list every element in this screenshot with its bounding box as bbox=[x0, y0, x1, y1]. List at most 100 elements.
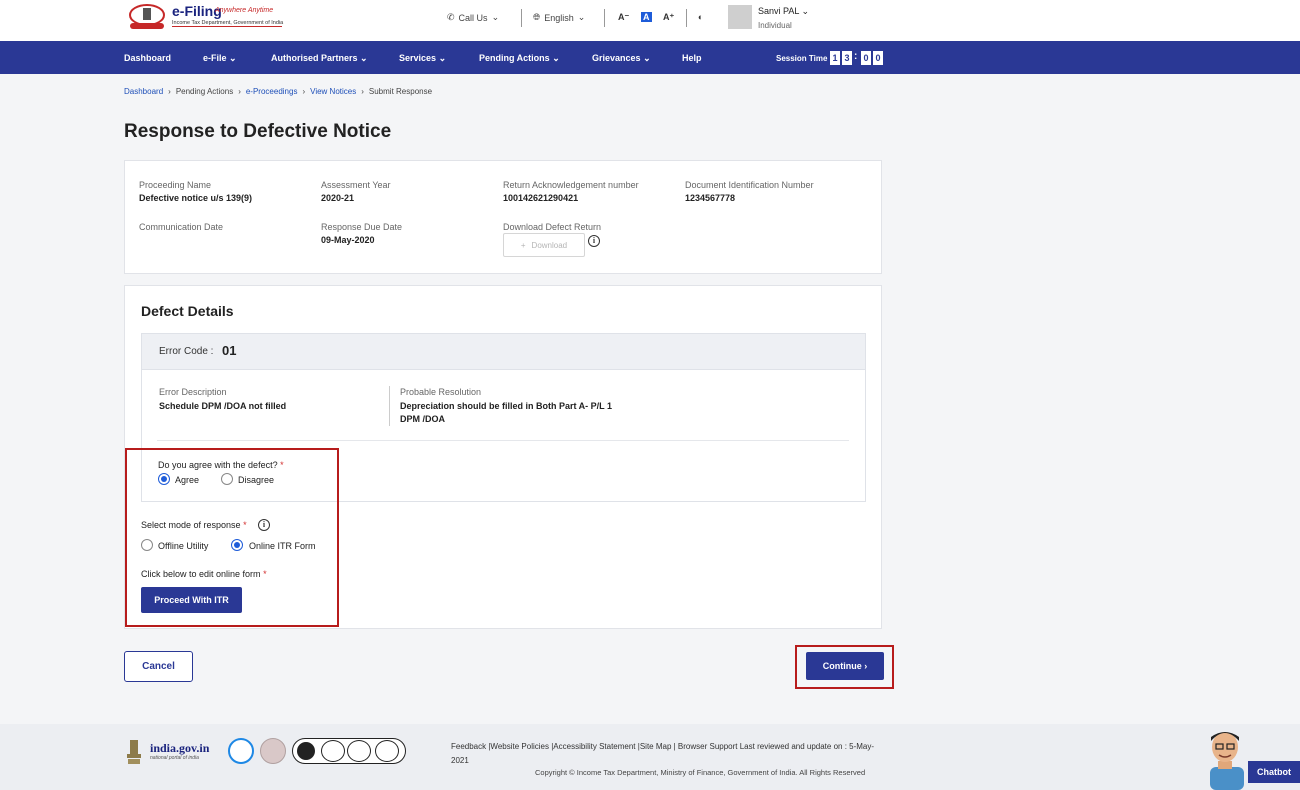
error-code-label: Error Code : bbox=[159, 346, 214, 357]
copyright: Copyright © Income Tax Department, Minis… bbox=[535, 768, 866, 777]
breadcrumb-pending-actions: Pending Actions bbox=[175, 87, 234, 96]
response-due-value: 09-May-2020 bbox=[321, 235, 375, 245]
session-digit: 0 bbox=[861, 51, 871, 65]
error-description-value: Schedule DPM /DOA not filled bbox=[159, 401, 287, 411]
nav-efile[interactable]: e-File ⌄ bbox=[203, 53, 237, 64]
download-defect-label: Download Defect Return bbox=[503, 222, 602, 232]
proceeding-info-card bbox=[124, 160, 882, 274]
divider bbox=[686, 9, 687, 27]
session-time-label: Session Time bbox=[776, 54, 828, 63]
chevron-down-icon: ⌄ bbox=[552, 53, 560, 63]
info-icon[interactable]: i bbox=[588, 235, 600, 247]
session-colon: : bbox=[854, 51, 858, 62]
avatar[interactable] bbox=[728, 5, 752, 29]
chevron-down-icon: ⌄ bbox=[360, 53, 368, 63]
chatbot-button[interactable]: Chatbot bbox=[1248, 761, 1300, 783]
nav-services[interactable]: Services ⌄ bbox=[399, 53, 446, 64]
breadcrumb-view-notices[interactable]: View Notices bbox=[310, 87, 356, 96]
cancel-button[interactable]: Cancel bbox=[124, 651, 193, 682]
page-title: Response to Defective Notice bbox=[124, 121, 392, 142]
call-us-label: Call Us bbox=[458, 12, 488, 23]
proceeding-name-value: Defective notice u/s 139(9) bbox=[139, 193, 253, 203]
nav-label: Grievances bbox=[592, 53, 641, 63]
trust-seal-icon[interactable] bbox=[260, 738, 286, 764]
top-bar: e-Filing Anywhere Anytime Income Tax Dep… bbox=[0, 0, 1300, 41]
chevron-down-icon: ⌄ bbox=[491, 12, 500, 22]
session-digit: 3 bbox=[842, 51, 852, 65]
probable-resolution-label: Probable Resolution bbox=[400, 387, 482, 397]
nav-pending-actions[interactable]: Pending Actions ⌄ bbox=[479, 53, 560, 64]
nav-help[interactable]: Help bbox=[682, 53, 702, 63]
phone-icon: ✆ bbox=[447, 12, 455, 22]
probable-resolution-value-2: DPM /DOA bbox=[400, 414, 445, 424]
font-decrease-button[interactable]: A⁻ bbox=[618, 12, 629, 23]
highlight-annotation bbox=[795, 645, 894, 689]
chevron-down-icon: ⌄ bbox=[229, 53, 237, 63]
nav-label: Pending Actions bbox=[479, 53, 550, 63]
divider bbox=[604, 9, 605, 27]
national-emblem-icon bbox=[127, 740, 141, 764]
logo-underline bbox=[172, 26, 282, 27]
footer-links-line[interactable]: Feedback |Website Policies |Accessibilit… bbox=[451, 740, 891, 754]
nav-authorised-partners[interactable]: Authorised Partners ⌄ bbox=[271, 53, 368, 64]
chevron-down-icon: ⌄ bbox=[577, 12, 586, 22]
font-normal-button[interactable]: A bbox=[641, 12, 652, 22]
defect-details-title: Defect Details bbox=[141, 303, 234, 319]
nav-dashboard[interactable]: Dashboard bbox=[124, 53, 171, 63]
footer-links[interactable]: Feedback |Website Policies |Accessibilit… bbox=[451, 740, 891, 768]
call-us-dropdown[interactable]: ✆ Call Us ⌄ bbox=[447, 12, 499, 23]
efiling-logo-icon[interactable] bbox=[126, 3, 168, 31]
certification-icon bbox=[297, 742, 315, 760]
error-code-header: Error Code : 01 bbox=[142, 334, 865, 370]
footer: india.gov.in national portal of india Fe… bbox=[0, 724, 1300, 790]
highlight-annotation bbox=[125, 448, 339, 627]
chevron-down-icon: ⌄ bbox=[438, 53, 447, 63]
assessment-year-label: Assessment Year bbox=[321, 180, 391, 190]
contrast-icon[interactable]: ◐ bbox=[698, 12, 703, 22]
chevron-down-icon: ⌄ bbox=[801, 6, 810, 16]
proceeding-name-label: Proceeding Name bbox=[139, 180, 212, 190]
g20-badge-icon[interactable] bbox=[228, 738, 254, 764]
india-gov-link[interactable]: india.gov.in bbox=[150, 741, 209, 756]
assessment-year-value: 2020-21 bbox=[321, 193, 355, 203]
user-menu[interactable]: Sanvi PAL ⌄ bbox=[758, 6, 809, 17]
din-label: Document Identification Number bbox=[685, 180, 814, 190]
certification-badges[interactable] bbox=[292, 738, 406, 764]
ack-number-label: Return Acknowledgement number bbox=[503, 180, 639, 190]
user-name: Sanvi PAL bbox=[758, 6, 800, 16]
row-divider bbox=[157, 440, 849, 441]
nav-label: Services bbox=[399, 53, 437, 63]
footer-links-line: 2021 bbox=[451, 756, 469, 765]
download-button-label: Download bbox=[531, 240, 568, 250]
nav-label: e-File bbox=[203, 53, 227, 63]
certification-icon bbox=[375, 740, 399, 762]
nav-grievances[interactable]: Grievances ⌄ bbox=[592, 53, 651, 64]
chevron-right-icon: › bbox=[238, 87, 241, 96]
breadcrumb: Dashboard › Pending Actions › e-Proceedi… bbox=[124, 87, 432, 96]
download-button[interactable]: + Download bbox=[503, 233, 585, 257]
user-role: Individual bbox=[758, 21, 792, 30]
chevron-right-icon: › bbox=[168, 87, 171, 96]
session-digit: 0 bbox=[873, 51, 883, 65]
language-dropdown[interactable]: 🌐︎ English ⌄ bbox=[533, 12, 585, 23]
language-label: English bbox=[544, 12, 574, 23]
breadcrumb-dashboard[interactable]: Dashboard bbox=[124, 87, 163, 96]
globe-icon: 🌐︎ bbox=[533, 12, 541, 22]
india-gov-subtitle: national portal of india bbox=[150, 755, 199, 761]
din-value: 1234567778 bbox=[685, 193, 736, 203]
font-increase-button[interactable]: A⁺ bbox=[663, 12, 674, 23]
ack-number-value: 100142621290421 bbox=[503, 193, 579, 203]
nav-label: Authorised Partners bbox=[271, 53, 358, 63]
logo-tagline: Anywhere Anytime bbox=[215, 7, 274, 14]
session-digit: 1 bbox=[830, 51, 840, 65]
error-description-label: Error Description bbox=[159, 387, 227, 397]
breadcrumb-e-proceedings[interactable]: e-Proceedings bbox=[246, 87, 298, 96]
error-code-value: 01 bbox=[222, 343, 237, 358]
divider bbox=[521, 9, 522, 27]
response-due-label: Response Due Date bbox=[321, 222, 403, 232]
certification-icon bbox=[321, 740, 345, 762]
communication-date-label: Communication Date bbox=[139, 222, 224, 232]
chatbot-avatar-icon[interactable] bbox=[1198, 727, 1254, 790]
chevron-right-icon: › bbox=[302, 87, 306, 96]
chevron-right-icon: › bbox=[361, 87, 364, 96]
